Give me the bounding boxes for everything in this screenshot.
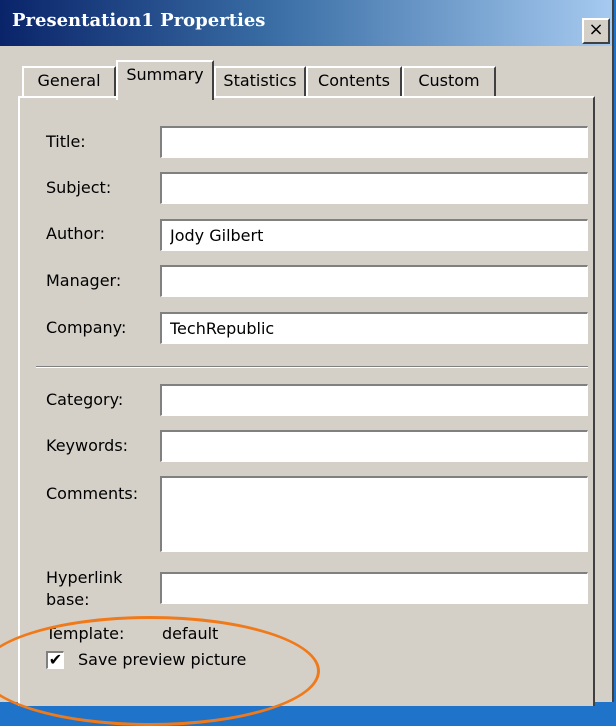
- subject-label: Subject:: [46, 178, 112, 197]
- tab-general[interactable]: General: [22, 66, 116, 96]
- hyperlink-base-label-line1: Hyperlink: [46, 568, 123, 587]
- keywords-label: Keywords:: [46, 436, 129, 455]
- author-field[interactable]: [160, 219, 588, 251]
- tab-contents[interactable]: Contents: [306, 66, 402, 96]
- subject-field[interactable]: [160, 172, 588, 204]
- company-label: Company:: [46, 318, 127, 337]
- title-bar[interactable]: Presentation1 Properties ×: [0, 0, 612, 46]
- hyperlink-base-field[interactable]: [160, 572, 588, 604]
- close-icon: ×: [588, 19, 604, 40]
- keywords-field[interactable]: [160, 430, 588, 462]
- title-label: Title:: [46, 132, 86, 151]
- comments-label: Comments:: [46, 484, 139, 503]
- properties-dialog: Presentation1 Properties × General Summa…: [0, 0, 614, 726]
- separator: [36, 366, 588, 368]
- author-label: Author:: [46, 224, 105, 243]
- manager-label: Manager:: [46, 271, 122, 290]
- tab-summary[interactable]: Summary: [116, 60, 214, 100]
- comments-field[interactable]: [160, 476, 588, 552]
- highlight-circle: [0, 616, 320, 726]
- title-field[interactable]: [160, 126, 588, 158]
- company-field[interactable]: [160, 312, 588, 344]
- tab-statistics[interactable]: Statistics: [214, 66, 306, 96]
- manager-field[interactable]: [160, 265, 588, 297]
- hyperlink-base-label-line2: base:: [46, 590, 90, 609]
- window-title: Presentation1 Properties: [12, 10, 266, 31]
- close-button[interactable]: ×: [582, 18, 610, 44]
- category-label: Category:: [46, 390, 124, 409]
- category-field[interactable]: [160, 384, 588, 416]
- tab-custom[interactable]: Custom: [402, 66, 496, 96]
